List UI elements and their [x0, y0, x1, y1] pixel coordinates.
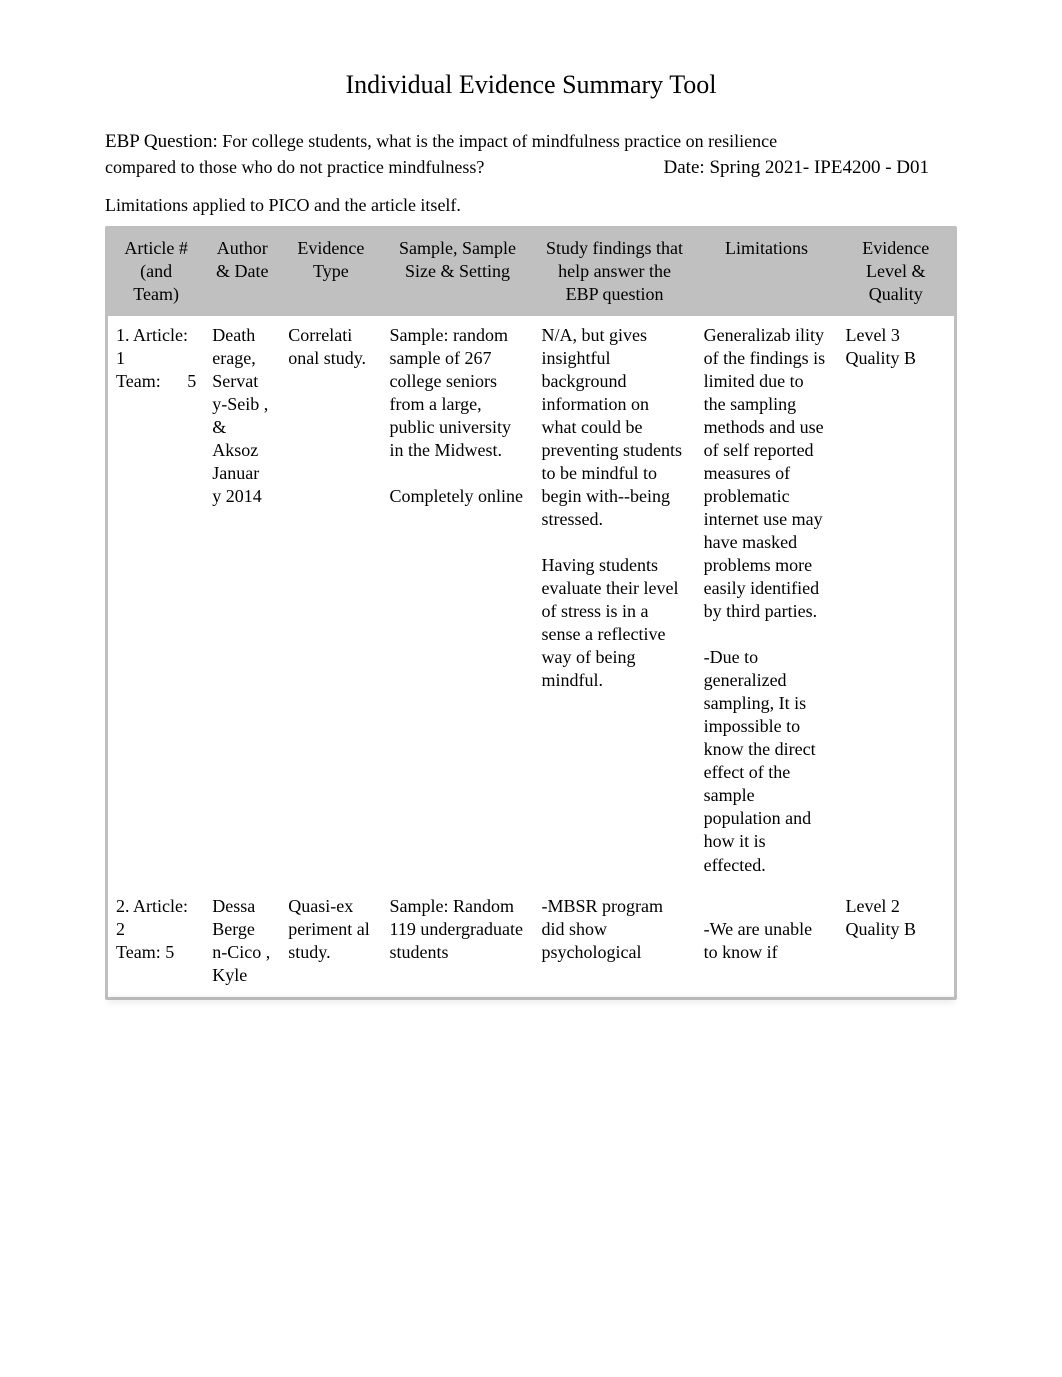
article-team-line: Team: 5	[116, 370, 196, 393]
team-label: Team:	[116, 370, 161, 393]
article-line2: 1	[116, 347, 196, 370]
page-title: Individual Evidence Summary Tool	[105, 70, 957, 100]
cell-findings: N/A, but gives insightful background inf…	[534, 316, 696, 887]
cell-article: 2. Article: 2 Team: 5	[108, 887, 204, 997]
table-header-row: Article # (and Team) Author & Date Evide…	[108, 229, 954, 316]
table-body: 1. Article: 1 Team: 5 Death erage, Serva…	[108, 316, 954, 997]
cell-evtype: Correlati onal study.	[280, 316, 381, 887]
col-header-findings: Study findings that help answer the EBP …	[534, 229, 696, 316]
article-team-line: Team: 5	[116, 941, 196, 964]
evidence-table-wrap: Article # (and Team) Author & Date Evide…	[105, 226, 957, 1000]
date-block: Date: Spring 2021- IPE4200 - D01	[664, 157, 957, 179]
cell-sample: Sample: Random 119 undergraduate student…	[382, 887, 534, 997]
cell-article: 1. Article: 1 Team: 5	[108, 316, 204, 887]
date-value: Spring 2021- IPE4200 - D01	[709, 157, 929, 178]
date-label: Date:	[664, 157, 710, 178]
col-header-level: Evidence Level & Quality	[837, 229, 954, 316]
cell-limits: -We are unable to know if	[696, 887, 838, 997]
cell-author: Death erage, Servat y-Seib , & Aksoz Jan…	[204, 316, 280, 887]
evidence-table: Article # (and Team) Author & Date Evide…	[108, 229, 954, 997]
limitations-note: Limitations applied to PICO and the arti…	[105, 195, 957, 216]
ebp-text-1: For college students, what is the impact…	[218, 131, 777, 151]
cell-findings: -MBSR program did show psychological	[534, 887, 696, 997]
document-page: Individual Evidence Summary Tool EBP Que…	[0, 0, 1062, 1040]
table-row: 2. Article: 2 Team: 5 Dessa Berge n-Cico…	[108, 887, 954, 997]
cell-limits: Generalizab ility of the findings is lim…	[696, 316, 838, 887]
cell-evtype: Quasi-ex periment al study.	[280, 887, 381, 997]
article-line1: 1. Article:	[116, 324, 196, 347]
col-header-sample: Sample, Sample Size & Setting	[382, 229, 534, 316]
col-header-article: Article # (and Team)	[108, 229, 204, 316]
ebp-second-line: compared to those who do not practice mi…	[105, 157, 957, 179]
col-header-author: Author & Date	[204, 229, 280, 316]
ebp-text-2: compared to those who do not practice mi…	[105, 157, 664, 178]
article-line1: 2. Article:	[116, 895, 196, 918]
table-row: 1. Article: 1 Team: 5 Death erage, Serva…	[108, 316, 954, 887]
team-number: 5	[187, 370, 196, 393]
cell-sample: Sample: random sample of 267 college sen…	[382, 316, 534, 887]
col-header-limits: Limitations	[696, 229, 838, 316]
ebp-question-row: EBP Question: For college students, what…	[105, 130, 957, 155]
col-header-evtype: Evidence Type	[280, 229, 381, 316]
cell-level: Level 2 Quality B	[837, 887, 954, 997]
cell-level: Level 3 Quality B	[837, 316, 954, 887]
article-line2: 2	[116, 918, 196, 941]
cell-author: Dessa Berge n-Cico , Kyle	[204, 887, 280, 997]
ebp-label: EBP Question:	[105, 131, 218, 152]
